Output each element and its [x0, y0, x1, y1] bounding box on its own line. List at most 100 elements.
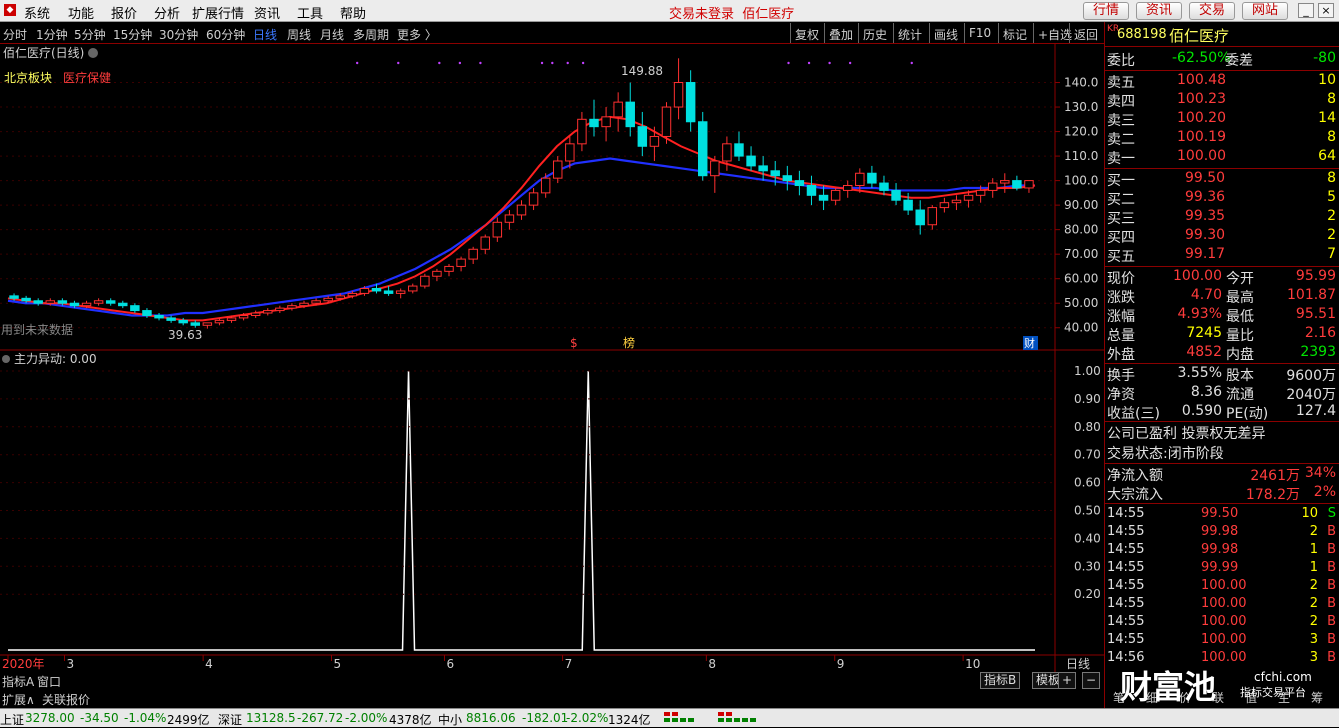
candle-body[interactable] — [879, 182, 889, 191]
candle-body[interactable] — [299, 302, 309, 307]
candle-body[interactable] — [939, 202, 950, 209]
candle-body[interactable] — [758, 165, 768, 172]
menu-extended[interactable]: 扩展行情 — [192, 3, 244, 22]
candle-body[interactable] — [613, 101, 623, 118]
candle-body[interactable] — [855, 172, 865, 187]
candle-body[interactable] — [710, 160, 720, 177]
candle-body[interactable] — [263, 310, 273, 314]
candle-body[interactable] — [1024, 180, 1034, 189]
candle-body[interactable] — [190, 322, 201, 326]
tool-overlay[interactable]: 叠加 — [824, 23, 857, 43]
candle-body[interactable] — [963, 194, 974, 201]
menu-help[interactable]: 帮助 — [340, 3, 366, 22]
period-monthly[interactable]: 月线 — [320, 26, 344, 43]
tool-history[interactable]: 历史 — [858, 23, 891, 43]
candle-body[interactable] — [287, 305, 297, 309]
candle-body[interactable] — [661, 106, 672, 137]
candle-body[interactable] — [601, 116, 611, 128]
website-button[interactable]: 网站 — [1242, 2, 1288, 20]
candle-body[interactable] — [323, 297, 333, 302]
menu-news[interactable]: 资讯 — [254, 3, 280, 22]
tool-draw[interactable]: 画线 — [929, 23, 962, 43]
tab-extend[interactable]: 扩展∧ — [2, 691, 35, 708]
candle-body[interactable] — [57, 300, 68, 304]
chart-title-dropdown-icon[interactable] — [88, 48, 98, 58]
tool-restore-rights[interactable]: 复权 — [790, 23, 823, 43]
candle-body[interactable] — [408, 285, 418, 292]
candle-body[interactable] — [480, 236, 490, 250]
candle-body[interactable] — [577, 118, 587, 145]
candle-body[interactable] — [468, 248, 478, 260]
candle-body[interactable] — [33, 300, 43, 304]
zoom-out-button[interactable]: − — [1082, 672, 1101, 689]
candle-body[interactable] — [528, 192, 539, 206]
period-daily[interactable]: 日线 — [253, 26, 277, 43]
tool-f10[interactable]: F10 — [964, 23, 995, 43]
indicator-title[interactable]: 主力异动: 0.00 — [14, 352, 97, 366]
indicator-dropdown-icon[interactable] — [2, 355, 10, 363]
candle-body[interactable] — [202, 322, 213, 326]
candle-body[interactable] — [311, 300, 321, 304]
candle-body[interactable] — [154, 314, 164, 319]
candle-body[interactable] — [698, 121, 708, 177]
news-button[interactable]: 资讯 — [1136, 2, 1182, 20]
candle-body[interactable] — [444, 265, 454, 272]
candle-body[interactable] — [166, 317, 176, 321]
period-weekly[interactable]: 周线 — [287, 26, 311, 43]
candle-body[interactable] — [359, 288, 370, 294]
candle-body[interactable] — [69, 302, 80, 307]
event-marker-finance[interactable]: 财 — [1024, 336, 1035, 350]
candle-body[interactable] — [420, 275, 430, 287]
candle-body[interactable] — [142, 310, 152, 316]
period-60min[interactable]: 60分钟 — [206, 26, 245, 43]
candle-body[interactable] — [927, 207, 938, 226]
candle-body[interactable] — [504, 214, 515, 223]
candle-body[interactable] — [21, 297, 31, 302]
zoom-in-button[interactable]: + — [1058, 672, 1077, 689]
candle-body[interactable] — [456, 258, 466, 267]
period-multi[interactable]: 多周期 — [353, 26, 389, 43]
menu-tools[interactable]: 工具 — [297, 3, 323, 22]
candle-body[interactable] — [746, 155, 756, 167]
candle-body[interactable] — [734, 143, 744, 157]
candle-body[interactable] — [685, 82, 696, 123]
candle-body[interactable] — [830, 189, 841, 201]
candle-body[interactable] — [395, 290, 406, 294]
candle-body[interactable] — [81, 302, 92, 307]
tool-mark[interactable]: 标记 — [998, 23, 1031, 43]
candle-body[interactable] — [118, 302, 128, 307]
tab-related-quote[interactable]: 关联报价 — [42, 691, 90, 708]
candle-body[interactable] — [794, 180, 805, 187]
candle-body[interactable] — [915, 209, 925, 226]
candle-body[interactable] — [673, 82, 684, 108]
candle-body[interactable] — [806, 185, 817, 196]
candle-body[interactable] — [842, 185, 853, 191]
period-30min[interactable]: 30分钟 — [159, 26, 198, 43]
candle-body[interactable] — [516, 204, 527, 216]
period-more[interactable]: 更多 〉 — [397, 26, 437, 43]
candle-body[interactable] — [891, 189, 901, 201]
candle-body[interactable] — [649, 135, 660, 147]
event-marker-rank[interactable]: 榜 — [623, 335, 635, 350]
candle-body[interactable] — [238, 314, 249, 319]
candle-body[interactable] — [432, 270, 442, 277]
candle-body[interactable] — [1012, 180, 1022, 189]
candle-body[interactable] — [589, 118, 599, 128]
candle-body[interactable] — [383, 290, 394, 294]
candle-body[interactable] — [770, 170, 780, 177]
candle-body[interactable] — [93, 300, 104, 304]
trade-button[interactable]: 交易 — [1189, 2, 1235, 20]
candle-body[interactable] — [105, 300, 116, 304]
tab-indicator-a[interactable]: 指标A — [2, 673, 34, 690]
kline-chart[interactable]: 佰仁医疗(日线) 北京板块 医疗保健 用到未来数据 149.88 39.63 $… — [0, 44, 1104, 672]
menu-analysis[interactable]: 分析 — [154, 3, 180, 22]
close-icon[interactable]: × — [1318, 3, 1334, 18]
candle-body[interactable] — [553, 160, 563, 179]
menu-quote[interactable]: 报价 — [111, 3, 137, 22]
candle-body[interactable] — [625, 101, 635, 128]
candle-body[interactable] — [214, 319, 225, 324]
candle-body[interactable] — [371, 288, 382, 292]
minimize-icon[interactable]: _ — [1298, 3, 1314, 18]
period-timeshare[interactable]: 分时 — [3, 26, 27, 43]
candle-body[interactable] — [492, 221, 503, 238]
